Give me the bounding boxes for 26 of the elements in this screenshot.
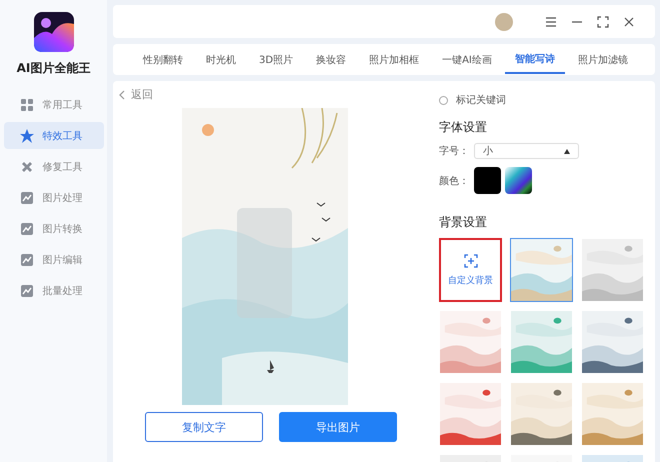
- tab[interactable]: 性别翻转: [133, 46, 193, 72]
- size-select[interactable]: 小: [474, 143, 579, 159]
- tab[interactable]: 时光机: [196, 46, 246, 72]
- back-link[interactable]: 返回: [119, 87, 153, 102]
- sidebar-item[interactable]: 特效工具: [4, 122, 104, 149]
- keyword-radio[interactable]: 标记关键词: [439, 93, 644, 107]
- field-label: 字号：: [439, 144, 470, 158]
- tab[interactable]: 换妆容: [306, 46, 356, 72]
- sidebar-item[interactable]: 图片处理: [4, 184, 104, 211]
- custom-background-button[interactable]: 自定义背景: [439, 238, 502, 302]
- sidebar-item[interactable]: 批量处理: [4, 277, 104, 304]
- tab[interactable]: 3D照片: [249, 46, 304, 72]
- sidebar-item[interactable]: 图片编辑: [4, 246, 104, 273]
- tab[interactable]: 智能写诗: [504, 46, 565, 74]
- action-button[interactable]: 导出图片: [279, 412, 397, 442]
- sidebar-item[interactable]: 常用工具: [4, 91, 104, 118]
- action-button[interactable]: 复制文字: [145, 412, 263, 442]
- tab[interactable]: 照片加滤镜: [568, 46, 638, 72]
- tab[interactable]: 一键AI绘画: [432, 46, 502, 72]
- section-heading: 字体设置: [439, 119, 488, 136]
- app-title: AI图片全能王: [16, 60, 90, 77]
- section-heading: 背景设置: [439, 214, 488, 231]
- sidebar-item[interactable]: 修复工具: [4, 153, 104, 180]
- field-label: 颜色：: [439, 174, 470, 188]
- sidebar-item[interactable]: 图片转换: [4, 215, 104, 242]
- tab[interactable]: 照片加相框: [359, 46, 430, 72]
